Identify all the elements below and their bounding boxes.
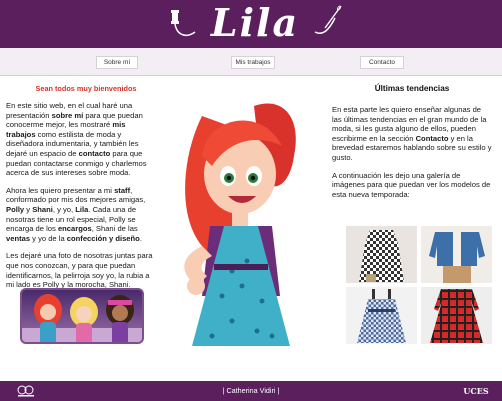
gallery-intro-paragraph: A continuación les dejo una galería de i… bbox=[332, 170, 491, 199]
footer-author: | Catherina Vidiri | bbox=[222, 386, 280, 395]
welcome-heading: Sean todos muy bienvenidos bbox=[35, 84, 137, 93]
lila-character-illustration bbox=[162, 96, 312, 348]
gallery-image-denim-jacket[interactable] bbox=[421, 226, 492, 283]
trends-gallery bbox=[346, 226, 492, 344]
photo-paragraph: Les dejaré una foto de nosotras juntas p… bbox=[6, 251, 153, 290]
friends-photo bbox=[20, 288, 144, 344]
brand-logo-icon bbox=[17, 385, 34, 397]
nav-contacto[interactable]: Contacto bbox=[360, 56, 404, 69]
uces-logo: UCES bbox=[463, 386, 489, 396]
intro-column: Sean todos muy bienvenidos En este sitio… bbox=[6, 84, 156, 290]
main-nav: Sobre mí Mis trabajos Contacto bbox=[0, 48, 502, 76]
footer-bar: | Catherina Vidiri | UCES bbox=[0, 381, 502, 401]
gallery-image-pinafore-dress[interactable] bbox=[346, 287, 417, 344]
staff-paragraph: Ahora les quiero presentar a mi staff, c… bbox=[6, 185, 146, 243]
trends-heading: Últimas tendencias bbox=[374, 84, 450, 93]
nav-mis-trabajos[interactable]: Mis trabajos bbox=[231, 56, 275, 69]
trends-paragraph: En esta parte les quiero enseñar algunas… bbox=[332, 105, 492, 162]
intro-paragraph: En este sitio web, en el cual haré una p… bbox=[6, 101, 147, 178]
site-logo[interactable]: Lila bbox=[165, 0, 345, 46]
gallery-image-gingham-dress[interactable] bbox=[346, 226, 417, 283]
header-bar: Lila bbox=[0, 0, 502, 48]
gallery-image-red-plaid-dress[interactable] bbox=[421, 287, 492, 344]
trends-column: Últimas tendencias En esta parte les qui… bbox=[332, 84, 492, 199]
logo-wordmark: Lila bbox=[210, 0, 300, 45]
nav-sobre-mi[interactable]: Sobre mí bbox=[96, 56, 138, 69]
